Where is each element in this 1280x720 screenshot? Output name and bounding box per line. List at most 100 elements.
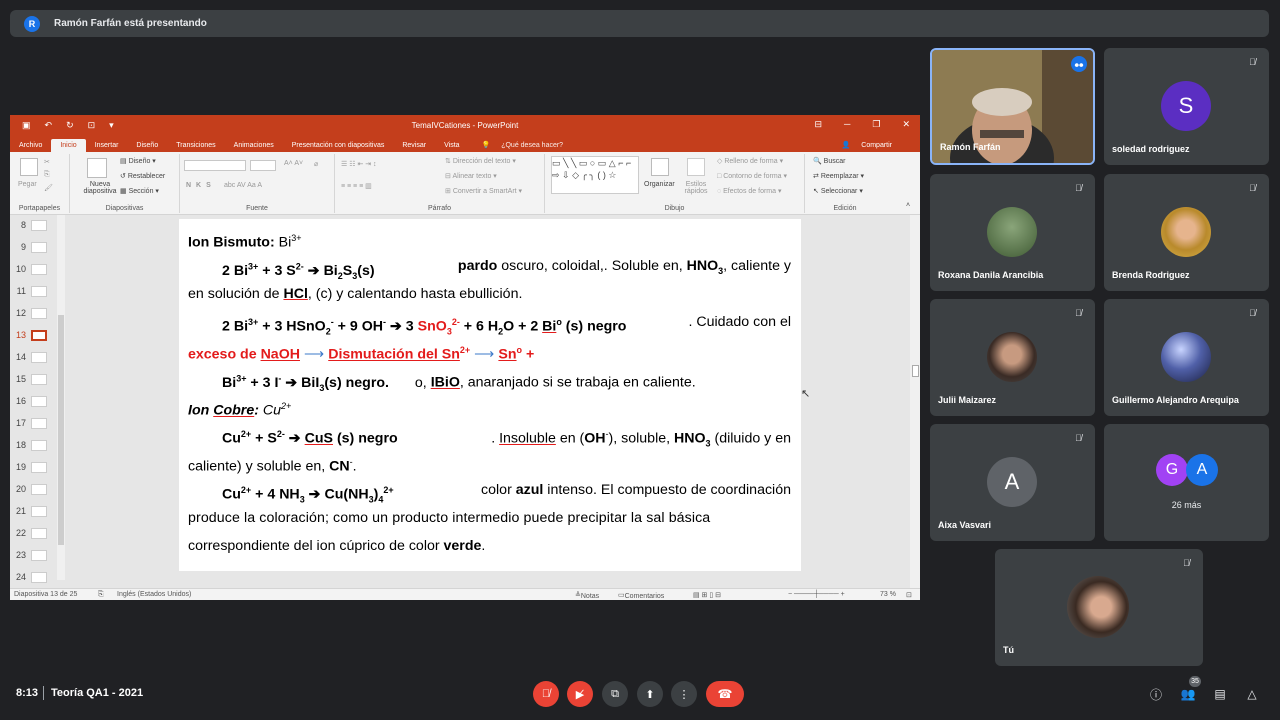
tab-transiciones[interactable]: Transiciones [167, 139, 224, 152]
fit-slide-icon[interactable]: ⊡ [906, 591, 912, 599]
format-painter-icon[interactable]: 🖌 [44, 184, 53, 192]
font-style-icons[interactable]: NKS [186, 182, 216, 189]
find-button[interactable]: 🔍 Buscar [813, 157, 845, 165]
thumb-11[interactable]: 11 [10, 281, 60, 301]
participant-tile-ramon[interactable]: ⦁⦁ Ramón Farfán [930, 48, 1095, 165]
text-run: CN [329, 458, 350, 475]
thumb-19[interactable]: 19 [10, 457, 60, 477]
replace-button[interactable]: ⇄ Reemplazar ▾ [813, 172, 864, 180]
tab-inicio[interactable]: Inicio [51, 139, 86, 152]
info-icon[interactable]: ⓘ [1147, 685, 1165, 703]
participant-tile-aixa[interactable]: 🎙̸ A Aixa Vasvari [930, 424, 1095, 541]
thumbnail-scrollbar[interactable] [57, 215, 65, 580]
captions-button[interactable]: ⧉ [602, 681, 628, 707]
thumb-8[interactable]: 8 [10, 215, 60, 235]
new-slide-icon[interactable] [87, 158, 107, 178]
new-slide-label[interactable]: Nueva diapositiva [82, 181, 118, 195]
align-text-button[interactable]: ⊟ Alinear texto ▾ [445, 172, 497, 180]
slide-scrollbar[interactable] [910, 215, 920, 588]
mic-off-button[interactable]: 🎙̸ [533, 681, 559, 707]
thumb-13[interactable]: 13 [10, 325, 60, 345]
thumb-22[interactable]: 22 [10, 523, 60, 543]
smartart-button[interactable]: ⊞ Convertir a SmartArt ▾ [445, 187, 522, 195]
end-call-button[interactable]: ☎ [706, 681, 744, 707]
text-direction-button[interactable]: ⇅ Dirección del texto ▾ [445, 157, 516, 165]
cut-icon[interactable]: ✂ [44, 158, 50, 166]
chat-icon[interactable]: ▤ [1211, 685, 1229, 703]
thumb-10[interactable]: 10 [10, 259, 60, 279]
arrange-label[interactable]: Organizar [644, 181, 675, 188]
thumb-21[interactable]: 21 [10, 501, 60, 521]
thumb-23[interactable]: 23 [10, 545, 60, 565]
paste-label[interactable]: Pegar [18, 181, 37, 188]
more-options-button[interactable]: ⋮ [671, 681, 697, 707]
tab-revisar[interactable]: Revisar [393, 139, 435, 152]
slide-canvas[interactable]: Ion Bismuto: Bi3+ 2 Bi3+ + 3 S2- ➔ Bi2S3… [179, 219, 801, 571]
quick-styles-label[interactable]: Estilos rápidos [682, 181, 710, 195]
notes-button[interactable]: ≜ Notas [575, 591, 599, 600]
present-now-button[interactable]: ⬆ [637, 681, 663, 707]
zoom-level[interactable]: 73 % [880, 591, 896, 598]
thumb-12[interactable]: 12 [10, 303, 60, 323]
participant-tile-others[interactable]: G A 26 más [1104, 424, 1269, 541]
ribbon-display-icon[interactable]: ⊟ [814, 119, 822, 130]
thumb-17[interactable]: 17 [10, 413, 60, 433]
language-label[interactable]: Inglés (Estados Unidos) [117, 591, 191, 598]
thumb-14[interactable]: 14 [10, 347, 60, 367]
paste-icon[interactable] [20, 158, 38, 176]
tab-animaciones[interactable]: Animaciones [225, 139, 283, 152]
quick-styles-icon[interactable] [687, 158, 705, 176]
reset-button[interactable]: ↺ Restablecer [120, 172, 165, 180]
char-spacing-icon[interactable]: abc AV Aa A [224, 182, 262, 189]
shape-fill-button[interactable]: ◇ Relleno de forma ▾ [717, 157, 783, 165]
thumb-20[interactable]: 20 [10, 479, 60, 499]
arrange-icon[interactable] [651, 158, 669, 176]
copy-icon[interactable]: ⎘ [44, 171, 50, 179]
participant-tile-brenda[interactable]: 🎙̸ Brenda Rodriguez [1104, 174, 1269, 291]
thumb-18[interactable]: 18 [10, 435, 60, 455]
thumb-15[interactable]: 15 [10, 369, 60, 389]
thumb-16[interactable]: 16 [10, 391, 60, 411]
collapse-ribbon-icon[interactable]: ˄ [906, 202, 910, 209]
section-button[interactable]: ▦ Sección ▾ [120, 187, 159, 195]
font-size-box[interactable] [250, 160, 276, 171]
shapes-gallery[interactable]: ▭ ╲ ╲ ▭ ○ ▭ △ ⌐ ⌐ ⇨ ⇩ ◇ ╭ ╮ ( ) ☆ [551, 156, 639, 194]
select-button[interactable]: ↖ Seleccionar ▾ [813, 187, 863, 195]
minimize-icon[interactable]: ─ [844, 119, 850, 130]
shape-outline-button[interactable]: □ Contorno de forma ▾ [717, 172, 787, 180]
share-button[interactable]: 👤 Compartir [833, 138, 910, 152]
align-icons[interactable]: ≡ ≡ ≡ ≡ ▥ [341, 182, 372, 190]
close-icon[interactable]: ✕ [902, 119, 910, 130]
tab-diseno[interactable]: Diseño [127, 139, 167, 152]
thumb-9[interactable]: 9 [10, 237, 60, 257]
activities-icon[interactable]: △ [1243, 685, 1261, 703]
camera-off-button[interactable]: ▶̸ [567, 681, 593, 707]
participant-tile-roxana[interactable]: 🎙̸ Roxana Danila Arancibia [930, 174, 1095, 291]
tab-insertar[interactable]: Insertar [86, 139, 128, 152]
tab-archivo[interactable]: Archivo [10, 139, 51, 152]
participant-tile-self[interactable]: 🎙̸ Tú [995, 549, 1203, 666]
tell-me-search[interactable]: 💡 ¿Qué desea hacer? [473, 138, 582, 152]
font-grow-icon[interactable]: A˄ A˅ [284, 160, 303, 167]
slide-line: exceso de NaOH ⟶ Dismutación del Sn2+ ⟶ … [188, 341, 791, 364]
thumbnail-scroll-thumb[interactable] [58, 315, 64, 545]
shape-effects-button[interactable]: ◌ Efectos de forma ▾ [717, 187, 782, 195]
font-name-box[interactable] [184, 160, 246, 171]
layout-button[interactable]: ▤ Diseño ▾ [120, 157, 156, 165]
slide-scroll-thumb[interactable] [912, 365, 919, 377]
tab-presentacion[interactable]: Presentación con diapositivas [283, 139, 394, 152]
comments-button[interactable]: ▭ Comentarios [618, 591, 664, 600]
zoom-slider[interactable]: − ────┼──── + [788, 591, 845, 598]
tab-vista[interactable]: Vista [435, 139, 468, 152]
clear-format-icon[interactable]: ⌀ [314, 160, 318, 168]
spellcheck-icon[interactable]: ⎘ [98, 591, 104, 599]
participant-tile-soledad[interactable]: 🎙̸ S soledad rodriguez [1104, 48, 1269, 165]
bullets-icon[interactable]: ☰ ☷ ⇤ ⇥ ↕ [341, 160, 377, 168]
participant-tile-guillermo[interactable]: 🎙̸ Guillermo Alejandro Arequipa [1104, 299, 1269, 416]
avatar [987, 207, 1037, 257]
participant-tile-julii[interactable]: 🎙̸ Julii Maizarez [930, 299, 1095, 416]
normal-view-icon[interactable]: ▤ ⊞ ▯ ⊟ [693, 591, 721, 599]
thumb-24[interactable]: 24 [10, 567, 60, 587]
people-icon[interactable]: 👥 [1179, 685, 1197, 703]
restore-icon[interactable]: ❐ [872, 119, 880, 130]
